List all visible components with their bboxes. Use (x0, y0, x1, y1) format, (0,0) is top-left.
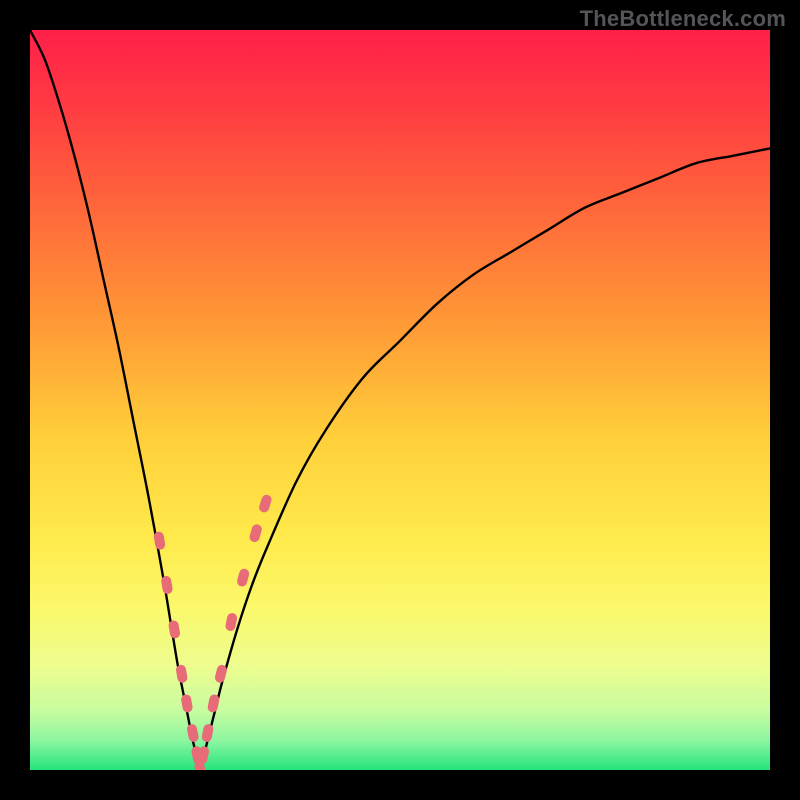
curve-marker (153, 531, 166, 550)
curve-marker (201, 723, 214, 743)
curve-marker (225, 612, 238, 632)
curve-marker (160, 575, 173, 594)
curve-marker (258, 493, 273, 513)
chart-frame: TheBottleneck.com (0, 0, 800, 800)
curve-marker (175, 664, 188, 683)
plot-area (30, 30, 770, 770)
curve-marker (236, 568, 250, 588)
curve-marker (180, 694, 193, 713)
watermark-text: TheBottleneck.com (580, 6, 786, 32)
curve-marker (207, 694, 220, 714)
curve-marker (168, 620, 181, 639)
curve-marker (248, 523, 263, 543)
bottleneck-curve (30, 30, 770, 770)
curve-marker (186, 723, 199, 743)
